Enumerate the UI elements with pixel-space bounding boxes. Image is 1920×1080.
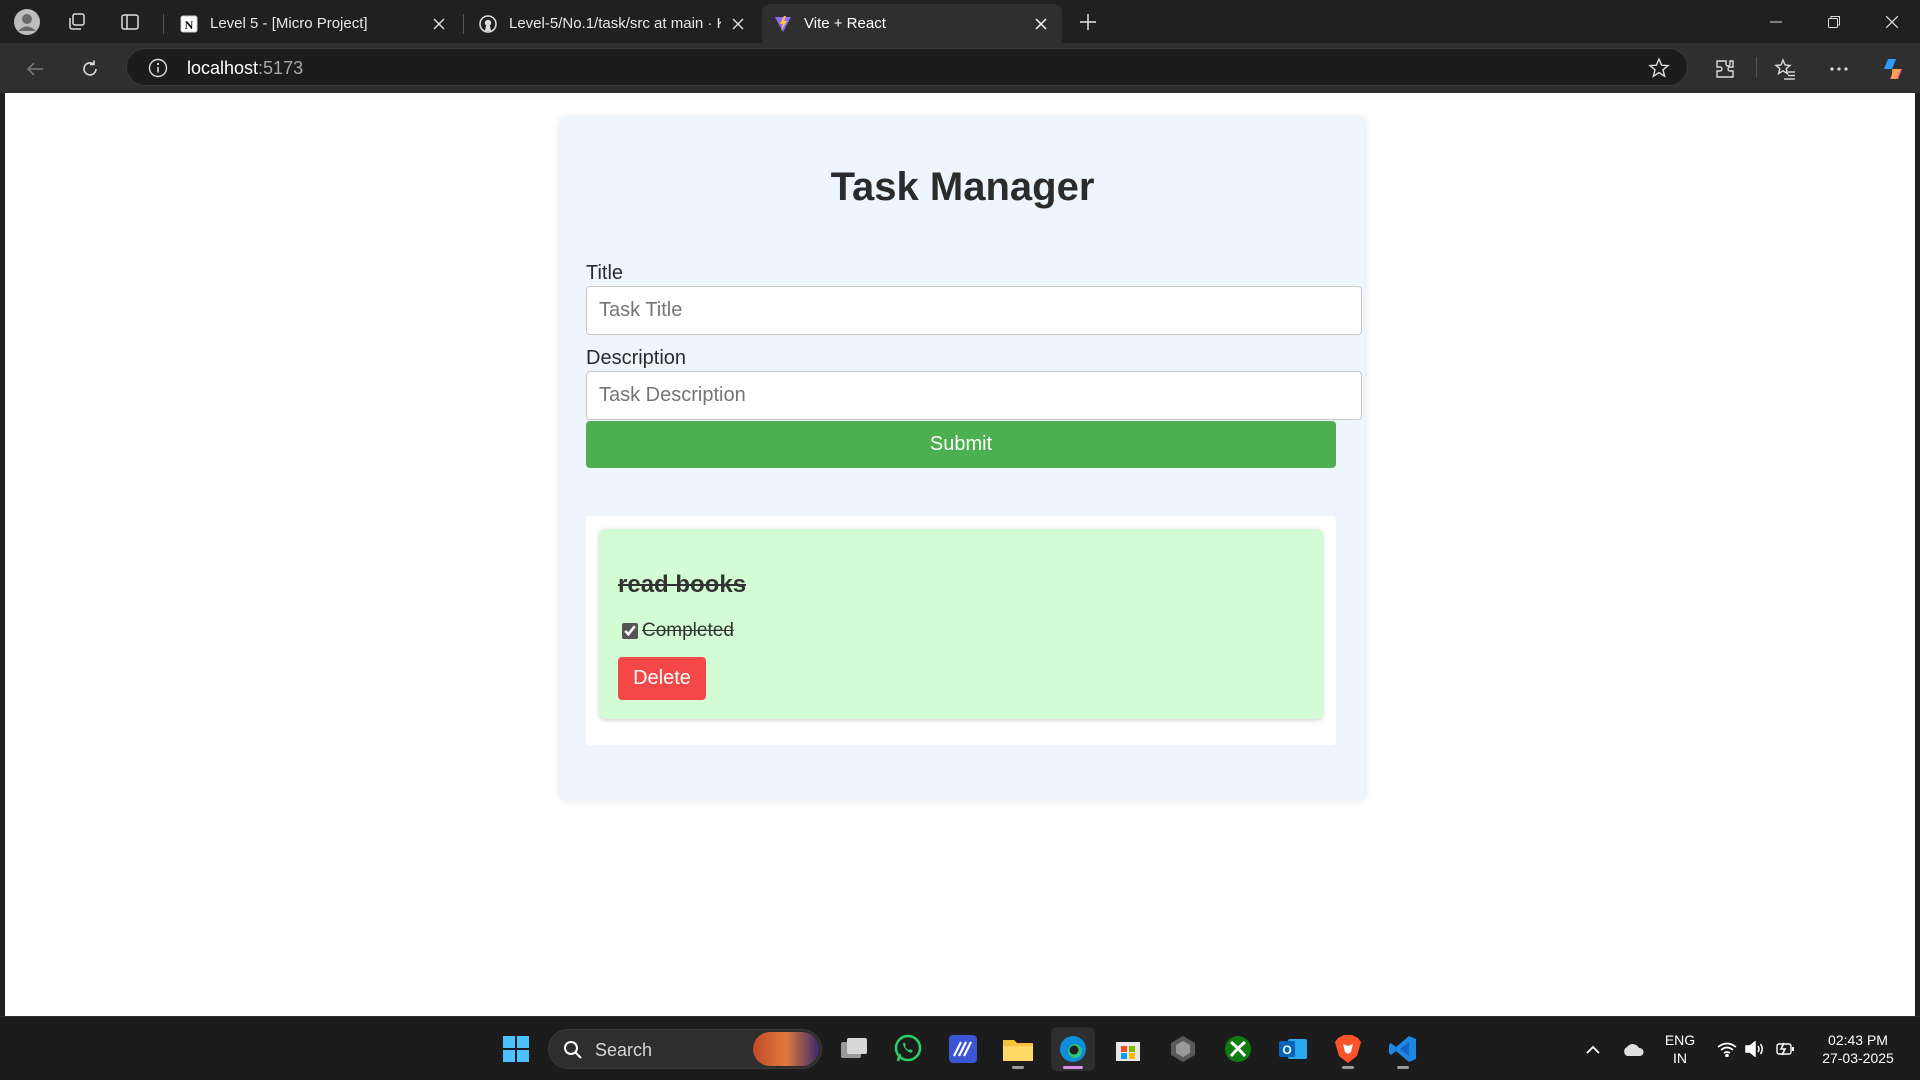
wifi-icon[interactable]	[1716, 1039, 1738, 1059]
url-host: localhost	[187, 58, 259, 78]
extensions-icon[interactable]	[1710, 54, 1740, 84]
task-list: read books Completed Delete	[586, 516, 1336, 745]
favorite-star-icon[interactable]	[1647, 56, 1671, 80]
notes-app-icon[interactable]	[941, 1027, 985, 1071]
browser-titlebar: N Level 5 - [Micro Project] Level-5/No.1…	[0, 0, 1920, 43]
svg-text:N: N	[185, 18, 194, 32]
title-input[interactable]	[586, 286, 1362, 335]
site-info-icon[interactable]	[147, 57, 169, 79]
profile-avatar-icon[interactable]	[12, 7, 42, 37]
notion-icon: N	[180, 15, 198, 33]
github-icon	[479, 14, 497, 33]
language-line1: ENG	[1664, 1032, 1696, 1048]
toolbar-separator	[1756, 57, 1757, 77]
more-options-icon[interactable]	[1824, 54, 1854, 84]
vertical-tabs-icon[interactable]	[115, 7, 145, 37]
page-title: Task Manager	[830, 165, 1095, 209]
workspaces-icon[interactable]	[62, 7, 92, 37]
tab-notion[interactable]: N Level 5 - [Micro Project]	[168, 4, 460, 43]
page-viewport: Task Manager Title Description Submit re…	[5, 93, 1915, 1016]
minimize-icon[interactable]	[1748, 0, 1804, 43]
favorites-icon[interactable]	[1770, 54, 1800, 84]
whatsapp-icon[interactable]	[886, 1027, 930, 1071]
task-view-icon[interactable]	[832, 1027, 876, 1071]
task-title: read books	[618, 571, 747, 598]
svg-text:O: O	[1282, 1043, 1291, 1057]
search-label: Search	[595, 1040, 653, 1060]
task-completed-row[interactable]: Completed	[622, 620, 734, 642]
url-text: localhost:5173	[187, 58, 303, 79]
clock[interactable]: 02:43 PM 27-03-2025	[1810, 1031, 1906, 1067]
clock-time: 02:43 PM	[1828, 1032, 1888, 1048]
close-tab-icon[interactable]	[729, 15, 747, 33]
tab-title: Level-5/No.1/task/src at main · Ke	[509, 15, 721, 32]
show-hidden-icons-chevron[interactable]	[1582, 1039, 1604, 1059]
running-indicator	[1063, 1066, 1083, 1069]
windows-start-icon[interactable]	[494, 1027, 538, 1071]
tab-title: Level 5 - [Micro Project]	[210, 15, 368, 32]
tab-github[interactable]: Level-5/No.1/task/src at main · Ke	[467, 4, 759, 43]
outlook-icon[interactable]: O	[1271, 1027, 1315, 1071]
copilot-icon[interactable]	[1878, 54, 1908, 84]
clock-date: 27-03-2025	[1822, 1050, 1894, 1066]
running-indicator	[1342, 1066, 1354, 1069]
search-highlight-art	[753, 1032, 819, 1066]
vscode-icon[interactable]	[1381, 1027, 1425, 1071]
task-completed-label: Completed	[642, 620, 734, 641]
browser-toolbar: localhost:5173	[0, 43, 1920, 93]
edge-icon[interactable]	[1051, 1027, 1095, 1071]
brave-icon[interactable]	[1326, 1027, 1370, 1071]
tab-title: Vite + React	[804, 15, 886, 32]
taskbar-search[interactable]: Search	[548, 1029, 822, 1069]
refresh-icon[interactable]	[73, 52, 107, 86]
microsoft-store-icon[interactable]	[1106, 1027, 1150, 1071]
task-item: read books Completed Delete	[599, 529, 1323, 719]
search-icon	[564, 1041, 582, 1059]
xbox-icon[interactable]	[1216, 1027, 1260, 1071]
close-window-icon[interactable]	[1864, 0, 1920, 43]
tab-separator	[463, 14, 464, 34]
volume-icon[interactable]	[1744, 1039, 1766, 1059]
title-label: Title	[586, 262, 624, 284]
submit-button[interactable]: Submit	[586, 421, 1336, 468]
close-tab-icon[interactable]	[1032, 15, 1050, 33]
onedrive-icon[interactable]	[1620, 1039, 1646, 1059]
file-explorer-icon[interactable]	[996, 1027, 1040, 1071]
task-completed-checkbox[interactable]	[622, 623, 638, 639]
close-tab-icon[interactable]	[430, 15, 448, 33]
new-tab-icon[interactable]	[1073, 7, 1103, 37]
vite-icon	[774, 15, 792, 33]
address-bar[interactable]: localhost:5173	[126, 48, 1688, 86]
windows-taskbar: Search O ENG IN 02:43 PM 27-03-2025	[0, 1016, 1920, 1080]
url-port: :5173	[258, 58, 304, 78]
description-label: Description	[586, 347, 687, 369]
description-input[interactable]	[586, 371, 1362, 420]
app-icon[interactable]	[1161, 1027, 1205, 1071]
language-line2: IN	[1673, 1050, 1687, 1066]
task-manager-card: Task Manager Title Description Submit re…	[560, 117, 1365, 801]
tab-vite-react[interactable]: Vite + React	[762, 4, 1062, 43]
language-indicator[interactable]: ENG IN	[1660, 1031, 1700, 1067]
tab-separator	[163, 14, 164, 34]
battery-icon[interactable]	[1774, 1039, 1796, 1059]
running-indicator	[1012, 1066, 1024, 1069]
running-indicator	[1397, 1066, 1409, 1069]
delete-button[interactable]: Delete	[618, 657, 706, 700]
restore-icon[interactable]	[1806, 0, 1862, 43]
back-icon[interactable]	[18, 52, 52, 86]
